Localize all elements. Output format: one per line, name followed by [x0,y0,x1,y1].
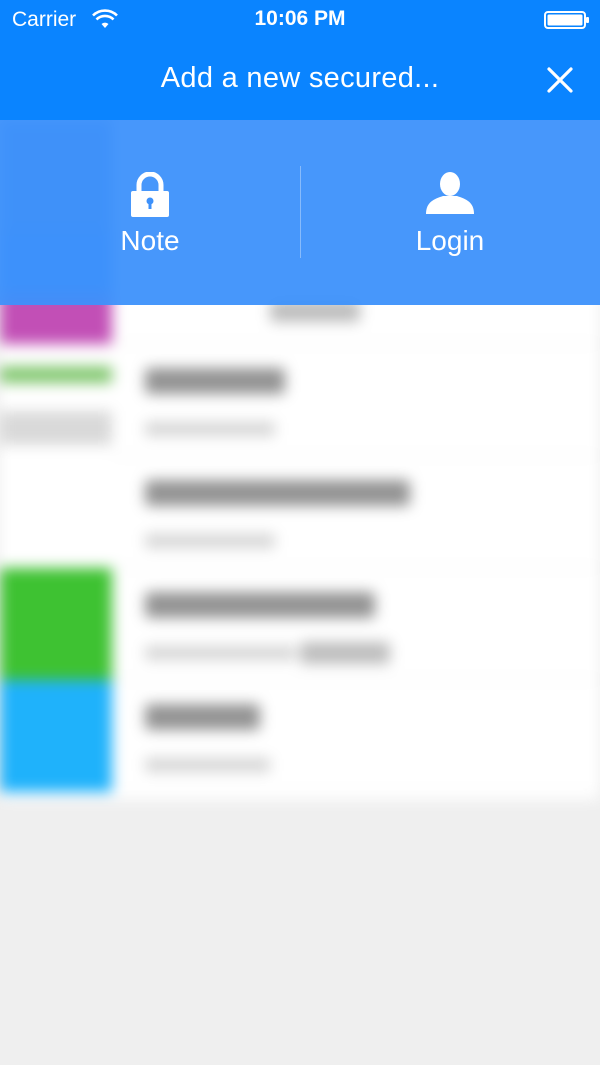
item-thumbnail [0,456,112,568]
list-item[interactable] [0,344,600,456]
item-subtitle-blurred [145,758,270,772]
item-thumbnail [0,344,112,456]
item-title-blurred [145,480,410,506]
nav-title-rest: a new secured... [213,62,440,94]
item-title-blurred [145,592,375,618]
item-badge [300,642,390,664]
item-subtitle-blurred [145,646,295,660]
battery-icon [544,11,589,29]
nav-title: Add a new secured... [0,62,600,95]
status-bar: Carrier 10:06 PM [0,0,600,40]
add-note-label: Note [120,225,180,256]
item-title-blurred [145,704,260,730]
item-subtitle-blurred [145,534,275,548]
list-item[interactable] [0,680,600,792]
lock-icon [131,172,169,217]
item-thumbnail [0,568,112,680]
add-item-panel: Note Login [0,120,600,305]
add-note-button[interactable]: Note [0,120,300,305]
nav-bar: Add a new secured... [0,40,600,120]
add-login-label: Login [415,225,485,256]
close-icon[interactable] [542,62,578,98]
person-icon [426,172,474,214]
app-screen: Carrier 10:06 PM Add a new secured... No… [0,0,600,1065]
item-thumbnail [0,680,112,792]
add-login-button[interactable]: Login [300,120,600,305]
list-item[interactable] [0,568,600,680]
item-subtitle-blurred [145,422,275,436]
status-time: 10:06 PM [254,7,346,30]
item-title-blurred [145,368,285,394]
list-item[interactable] [0,456,600,568]
nav-title-emphasis: Add [160,62,214,94]
